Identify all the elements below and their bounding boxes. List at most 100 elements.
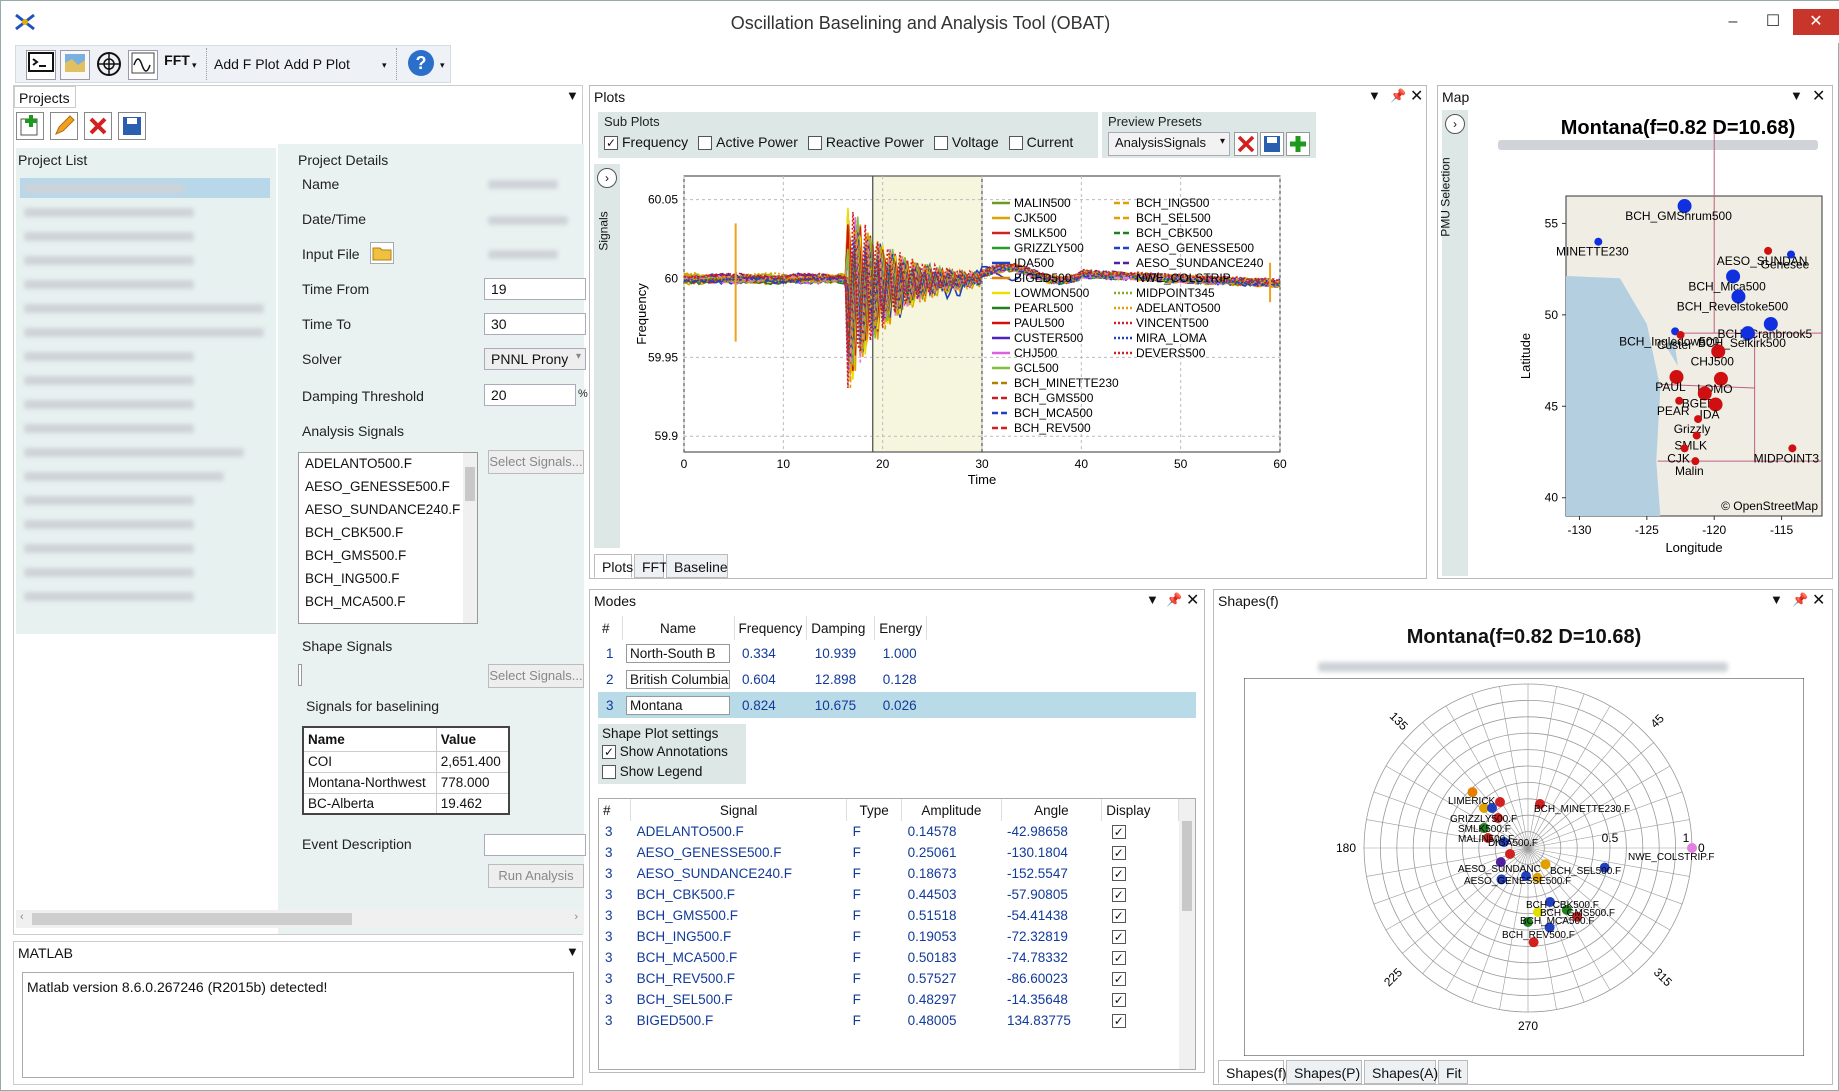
signal-row[interactable]: 3 BCH_ING500.F F 0.19053 -72.32819 ✓ xyxy=(599,926,1179,947)
signal-row[interactable]: 3 BCH_SEL500.F F 0.48297 -14.35648 ✓ xyxy=(599,989,1179,1010)
signal-col-header[interactable]: Amplitude xyxy=(901,799,1002,821)
minimize-button[interactable]: – xyxy=(1713,9,1753,35)
analysis-signal-item[interactable]: AESO_SUNDANCE240.F xyxy=(299,499,477,522)
subplot-checkbox-frequency[interactable]: ✓ Frequency xyxy=(604,134,688,151)
tab-fft[interactable]: FFT xyxy=(634,554,668,578)
select-shape-signals-button[interactable]: Select Signals... xyxy=(488,664,584,688)
shape-point[interactable] xyxy=(1540,859,1551,870)
analysis-signal-item[interactable]: BCH_MCA500.F xyxy=(299,591,477,614)
analysis-signal-item[interactable]: BCH_ING500.F xyxy=(299,568,477,591)
mode-name-input[interactable]: British Columbia xyxy=(626,669,730,689)
folder-icon[interactable] xyxy=(370,242,394,264)
modes-col-header[interactable]: Energy xyxy=(874,616,928,640)
maximize-button[interactable]: ☐ xyxy=(1753,9,1793,35)
new-project-icon[interactable] xyxy=(16,112,44,140)
toolbar-overflow-icon-2[interactable]: ▾ xyxy=(382,60,387,71)
baselining-row[interactable]: BC-Alberta 19.462 xyxy=(302,792,510,815)
close-window-button[interactable]: ✕ xyxy=(1793,9,1839,35)
modes-col-header[interactable]: Damping xyxy=(806,616,876,640)
modes-col-header[interactable]: Frequency xyxy=(734,616,808,640)
analysis-signal-item[interactable]: AESO_GENESSE500.F xyxy=(299,476,477,499)
show-annotations-check[interactable]: ✓ xyxy=(602,745,616,760)
polar-icon[interactable] xyxy=(94,50,124,80)
save-project-icon[interactable] xyxy=(118,112,146,140)
add-p-plot-button[interactable]: Add P Plot xyxy=(284,56,350,72)
plots-panel-close-icon[interactable]: ✕ xyxy=(1410,86,1423,106)
signal-row[interactable]: 3 BCH_MCA500.F F 0.50183 -74.78332 ✓ xyxy=(599,947,1179,968)
checkbox-box[interactable]: ✓ xyxy=(604,136,618,151)
modes-panel-close-icon[interactable]: ✕ xyxy=(1186,590,1199,610)
mode-row[interactable]: 1 North-South B 0.334 10.939 1.000 xyxy=(598,640,1196,666)
projects-hscrollbar[interactable]: ‹ › xyxy=(16,910,584,928)
display-checkbox[interactable]: ✓ xyxy=(1111,909,1126,924)
shapes-panel-close-icon[interactable]: ✕ xyxy=(1812,590,1825,610)
signal-row[interactable]: 3 BCH_GMS500.F F 0.51518 -54.41438 ✓ xyxy=(599,905,1179,926)
signal-row[interactable]: 3 BIGED500.F F 0.48005 134.83775 ✓ xyxy=(599,1010,1179,1031)
checkbox-box[interactable] xyxy=(933,136,948,151)
tab-shapesa[interactable]: Shapes(A) xyxy=(1364,1060,1438,1084)
display-checkbox[interactable]: ✓ xyxy=(1111,951,1126,966)
mode-name-input[interactable]: North-South B xyxy=(626,643,730,663)
mode-row[interactable]: 3 Montana 0.824 10.675 0.026 xyxy=(598,692,1196,718)
checkbox-box[interactable] xyxy=(1008,136,1023,151)
expand-pmu-icon[interactable]: › xyxy=(1445,114,1465,134)
modes-panel-pin-icon[interactable]: 📌 xyxy=(1166,592,1182,608)
baselining-row[interactable]: Montana-Northwest 778.000 xyxy=(302,771,510,794)
subplot-checkbox-active-power[interactable]: Active Power xyxy=(698,134,798,151)
solver-select[interactable]: PNNL Prony ▾ xyxy=(484,348,586,370)
signal-col-header[interactable]: Type xyxy=(846,799,903,821)
display-checkbox[interactable]: ✓ xyxy=(1111,930,1126,945)
map-icon[interactable] xyxy=(60,50,90,80)
analysis-signals-list[interactable]: ADELANTO500.F AESO_GENESSE500.F AESO_SUNDA… xyxy=(298,452,478,624)
checkbox-box[interactable] xyxy=(698,136,713,151)
delete-preset-icon[interactable] xyxy=(1234,132,1258,156)
display-checkbox[interactable]: ✓ xyxy=(1111,846,1126,861)
display-checkbox[interactable]: ✓ xyxy=(1111,993,1126,1008)
signal-row[interactable]: 3 AESO_SUNDANCE240.F F 0.18673 -152.5547 ✓ xyxy=(599,863,1179,884)
signal-col-header[interactable]: Signal xyxy=(630,799,848,821)
shapes-panel-menu-icon[interactable]: ▼ xyxy=(1770,592,1783,607)
show-legend-check[interactable] xyxy=(602,765,616,780)
time-from-input[interactable]: 19 xyxy=(484,278,586,300)
signal-row[interactable]: 3 AESO_GENESSE500.F F 0.25061 -130.1804 ✓ xyxy=(599,842,1179,863)
mode-row[interactable]: 2 British Columbia 0.604 12.898 0.128 xyxy=(598,666,1196,692)
signal-col-header[interactable]: Angle xyxy=(1001,799,1103,821)
event-desc-input[interactable] xyxy=(484,834,586,856)
shape-signals-list[interactable] xyxy=(298,664,302,686)
add-f-plot-button[interactable]: Add F Plot xyxy=(214,56,279,72)
subplot-checkbox-voltage[interactable]: Voltage xyxy=(933,134,999,151)
modes-panel-menu-icon[interactable]: ▼ xyxy=(1146,592,1159,607)
signal-table-scrollbar[interactable] xyxy=(1179,799,1195,1069)
delete-project-icon[interactable] xyxy=(84,112,112,140)
expand-signals-icon[interactable]: › xyxy=(597,168,617,188)
show-annotations-checkbox[interactable]: ✓ Show Annotations xyxy=(602,744,728,760)
signal-row[interactable]: 3 BCH_CBK500.F F 0.44503 -57.90805 ✓ xyxy=(599,884,1179,905)
shape-point[interactable] xyxy=(1495,797,1505,807)
display-checkbox[interactable]: ✓ xyxy=(1111,1014,1126,1029)
display-checkbox[interactable]: ✓ xyxy=(1111,888,1126,903)
map-panel-menu-icon[interactable]: ▼ xyxy=(1790,88,1803,103)
shape-point[interactable] xyxy=(1505,849,1515,859)
map-panel-close-icon[interactable]: ✕ xyxy=(1812,86,1825,106)
time-to-input[interactable]: 30 xyxy=(484,313,586,335)
subplot-checkbox-reactive-power[interactable]: Reactive Power xyxy=(807,134,924,151)
run-analysis-button[interactable]: Run Analysis xyxy=(488,864,584,888)
tab-plots[interactable]: Plots xyxy=(594,554,633,578)
toolbar-overflow-icon-3[interactable]: ▾ xyxy=(440,60,445,71)
display-checkbox[interactable]: ✓ xyxy=(1111,972,1126,987)
edit-project-icon[interactable] xyxy=(50,112,78,140)
display-checkbox[interactable]: ✓ xyxy=(1111,867,1126,882)
subplot-checkbox-current[interactable]: Current xyxy=(1008,134,1073,151)
save-preset-icon[interactable] xyxy=(1260,132,1284,156)
modes-col-header[interactable]: # xyxy=(598,616,623,640)
tab-shapesp[interactable]: Shapes(P) xyxy=(1286,1060,1362,1084)
console-icon[interactable] xyxy=(26,50,56,80)
signal-col-header[interactable]: Display xyxy=(1101,799,1179,821)
baselining-row[interactable]: COI 2,651.400 xyxy=(302,750,510,773)
fft-icon[interactable]: FFT xyxy=(162,50,192,80)
analysis-signal-item[interactable]: BCH_GMS500.F xyxy=(299,545,477,568)
shapes-panel-pin-icon[interactable]: 📌 xyxy=(1792,592,1808,608)
signal-col-header[interactable]: # xyxy=(599,799,632,821)
help-icon[interactable]: ? xyxy=(408,50,434,76)
matlab-panel-menu-icon[interactable]: ▼ xyxy=(566,944,579,959)
